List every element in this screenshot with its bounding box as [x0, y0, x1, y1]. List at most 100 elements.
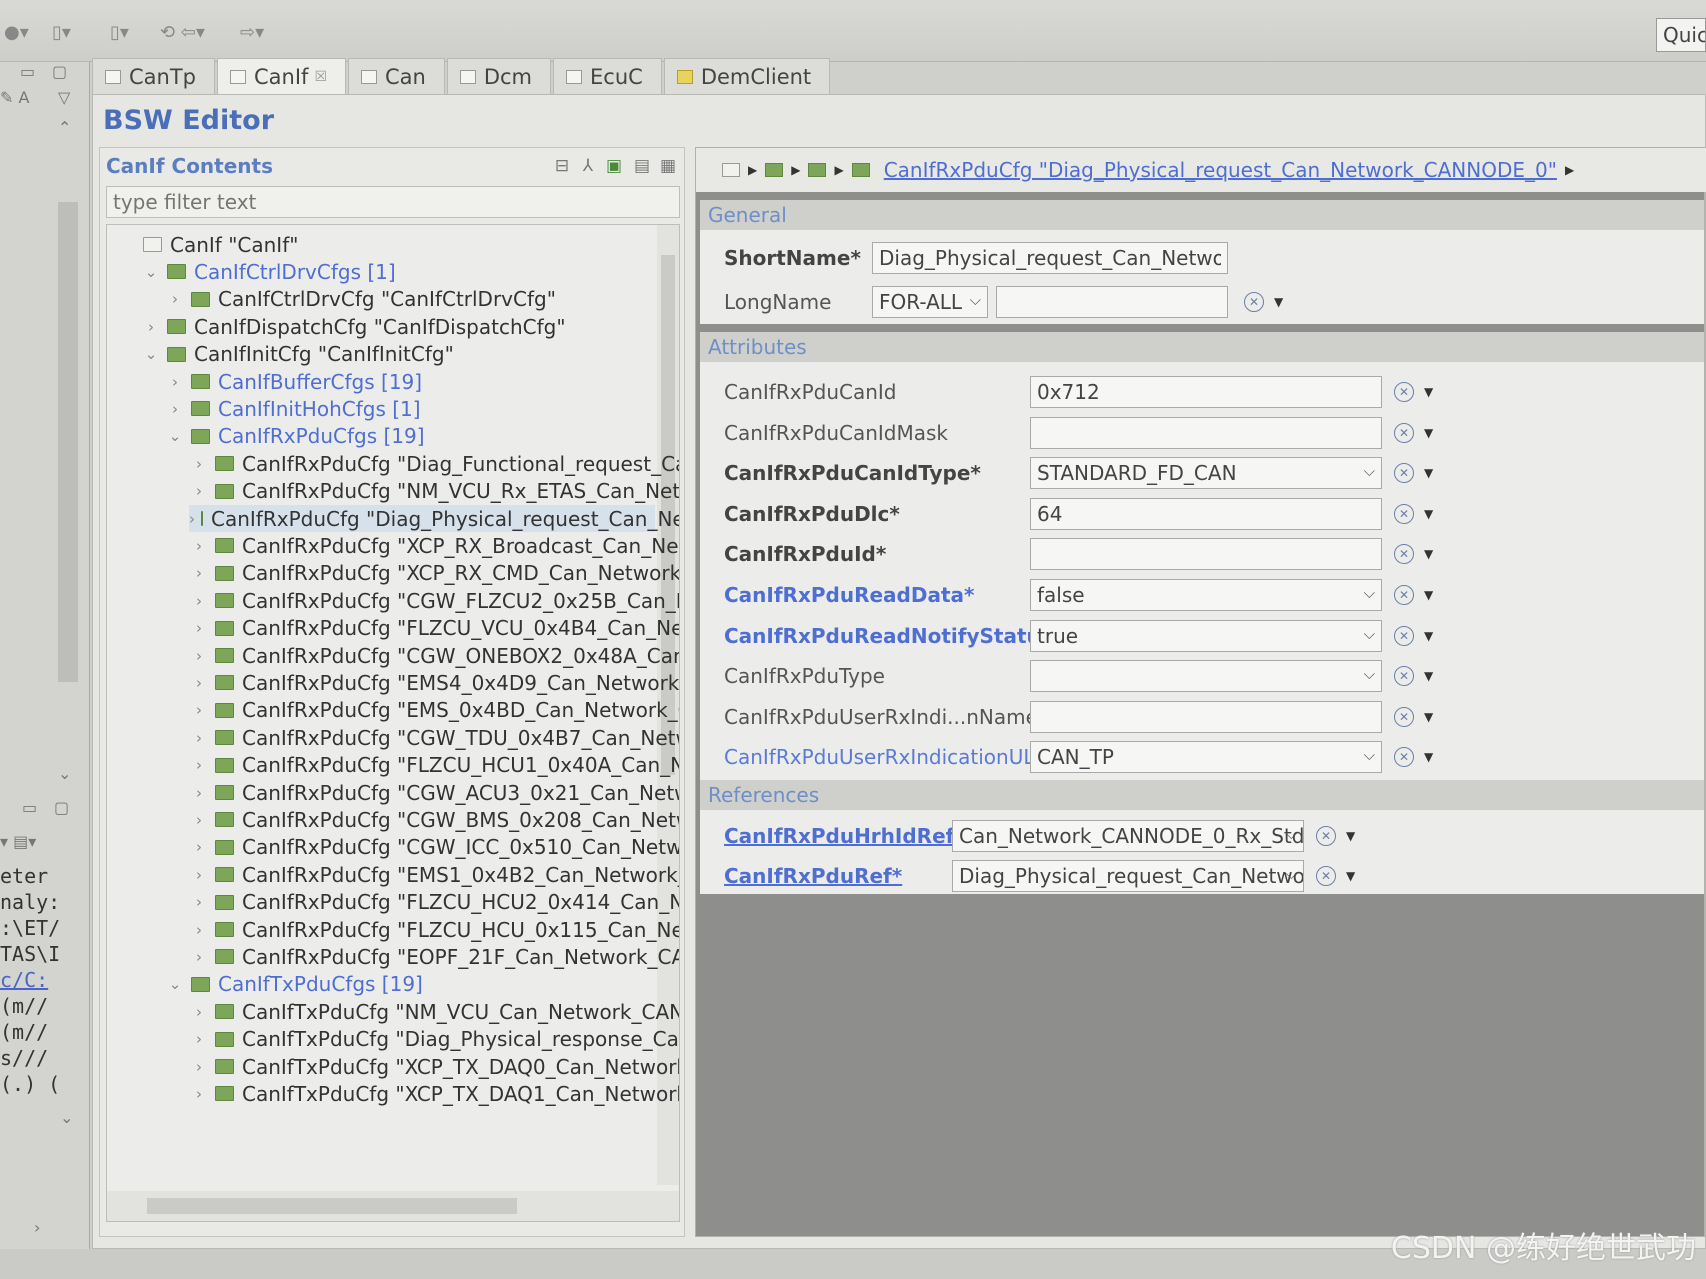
chevron-right-icon[interactable]: › — [165, 373, 185, 391]
tree-hscroll-thumb[interactable] — [147, 1198, 517, 1214]
tree-item[interactable]: › CanIfRxPduCfg "Diag_Physical_request_Ca… — [189, 505, 679, 532]
chevron-right-icon[interactable]: › — [189, 592, 209, 610]
chevron-right-icon[interactable]: › — [141, 318, 161, 336]
chevron-down-icon[interactable]: ⌄ — [141, 345, 161, 363]
attribute-label[interactable]: CanIfRxPduReadData* — [724, 583, 974, 607]
general-section-header[interactable]: General — [700, 200, 1704, 230]
tree-item[interactable]: › CanIfTxPduCfg "Diag_Physical_response_C… — [189, 1026, 679, 1053]
dropdown-arrow-icon[interactable]: ▼ — [1424, 507, 1433, 521]
tool-icon[interactable]: ✎ A — [0, 88, 29, 107]
chevron-right-icon[interactable]: › — [189, 1030, 209, 1048]
chevron-right-icon[interactable]: › — [189, 1058, 209, 1076]
chevron-right-icon[interactable]: › — [189, 811, 209, 829]
back-icon[interactable]: ⟲ ⇦▾ — [160, 22, 205, 43]
attribute-field[interactable] — [1030, 538, 1382, 571]
chevron-right-icon[interactable]: › — [189, 784, 209, 802]
scroll-down-icon-2[interactable]: ⌄ — [60, 1108, 73, 1127]
dropdown-arrow-icon[interactable]: ▼ — [1424, 426, 1433, 440]
chevron-right-icon[interactable]: › — [189, 893, 209, 911]
dropdown-arrow-icon[interactable]: ▼ — [1424, 466, 1433, 480]
tree-horizontal-scrollbar[interactable] — [107, 1191, 679, 1221]
attribute-select[interactable]: ⌵ — [1030, 660, 1382, 693]
reset-icon[interactable]: ✕ — [1316, 866, 1336, 886]
reset-icon[interactable]: ✕ — [1394, 666, 1414, 687]
reset-icon[interactable]: ✕ — [1394, 422, 1414, 443]
chevron-right-icon[interactable]: › — [189, 756, 209, 774]
dropdown-arrow-icon[interactable]: ▼ — [1424, 385, 1433, 399]
tree-item[interactable]: › CanIfRxPduCfg "FLZCU_VCU_0x4B4_Can_Netw… — [189, 615, 679, 642]
validate-icon[interactable]: ▣ — [604, 156, 624, 176]
reset-icon[interactable]: ✕ — [1394, 706, 1414, 727]
scroll-right-icon[interactable]: › — [34, 1218, 40, 1237]
reference-label-link[interactable]: CanIfRxPduHrhIdRef* — [724, 824, 965, 848]
reset-icon[interactable]: ✕ — [1394, 463, 1414, 484]
scroll-down-icon[interactable]: ⌄ — [58, 764, 71, 783]
save-icon[interactable]: ▯▾ — [52, 22, 71, 43]
folder-icon[interactable] — [808, 163, 827, 177]
chevron-right-icon[interactable]: › — [189, 701, 209, 719]
breadcrumb-current-link[interactable]: CanIfRxPduCfg "Diag_Physical_request_Can… — [884, 158, 1557, 182]
tree-item[interactable]: › CanIfRxPduCfg "CGW_BMS_0x208_Can_Networ… — [189, 806, 679, 833]
shortname-field[interactable] — [872, 242, 1228, 274]
dropdown-arrow-icon[interactable]: ▼ — [1346, 869, 1355, 883]
reset-icon[interactable]: ✕ — [1394, 747, 1414, 768]
maximize-icon-2[interactable]: ▢ — [54, 798, 69, 817]
hierarchy-icon[interactable]: ⅄ — [578, 156, 598, 176]
tree-item[interactable]: › CanIfRxPduCfg "EMS1_0x4B2_Can_Network_C… — [189, 861, 679, 888]
chevron-down-icon[interactable]: ⌄ — [165, 427, 185, 445]
chevron-right-icon[interactable]: › — [189, 1003, 209, 1021]
chevron-right-icon[interactable]: › — [189, 729, 209, 747]
tab-ecuc[interactable]: EcuC — [553, 58, 662, 94]
tree-item[interactable]: › CanIfRxPduCfg "CGW_FLZCU2_0x25B_Can_Net… — [189, 587, 679, 614]
filter-input[interactable] — [106, 186, 680, 218]
chevron-right-icon[interactable]: › — [189, 866, 209, 884]
tab-can[interactable]: Can — [348, 58, 445, 94]
chevron-right-icon[interactable]: › — [189, 455, 209, 473]
chevron-right-icon[interactable]: › — [189, 482, 209, 500]
chevron-right-icon[interactable]: › — [189, 921, 209, 939]
root-icon[interactable] — [722, 163, 740, 177]
tab-dcm[interactable]: Dcm — [446, 58, 552, 94]
tree-item[interactable]: ⌄ CanIfCtrlDrvCfgs [1] — [141, 258, 396, 285]
tab-demclient[interactable]: DemClient — [663, 58, 831, 94]
reset-icon[interactable]: ✕ — [1316, 826, 1336, 846]
reset-icon[interactable]: ✕ — [1394, 585, 1414, 605]
reset-icon[interactable]: ✕ — [1394, 625, 1414, 646]
reset-icon[interactable]: ✕ — [1394, 503, 1414, 524]
attribute-field[interactable] — [1030, 416, 1382, 449]
tree-item[interactable]: › CanIfRxPduCfg "CGW_ACU3_0x21_Can_Networ… — [189, 779, 679, 806]
longname-language-select[interactable]: FOR-ALL ⌵ — [872, 286, 988, 318]
tree-item[interactable]: › CanIfRxPduCfg "NM_VCU_Rx_ETAS_Can_Netwo… — [189, 478, 679, 505]
dropdown-arrow-icon[interactable]: ▼ — [1346, 829, 1355, 843]
reference-label-link[interactable]: CanIfRxPduRef* — [724, 864, 902, 888]
tree-item[interactable]: › CanIfRxPduCfg "EMS_0x4BD_Can_Network_CA… — [189, 697, 679, 724]
tree-item[interactable]: › CanIfRxPduCfg "EMS4_0x4D9_Can_Network_C… — [189, 669, 679, 696]
dropdown-arrow-icon[interactable]: ▼ — [1424, 629, 1433, 643]
tree-item[interactable]: › CanIfTxPduCfg "XCP_TX_DAQ0_Can_Network_… — [189, 1053, 679, 1080]
chevron-right-icon[interactable]: › — [189, 647, 209, 665]
chevron-right-icon[interactable]: › — [189, 948, 209, 966]
tree-item[interactable]: › CanIfDispatchCfg "CanIfDispatchCfg" — [141, 313, 566, 340]
chevron-down-icon[interactable]: ⌄ — [141, 263, 161, 281]
view-menu-icon[interactable]: ▽ — [58, 88, 70, 107]
chevron-right-icon[interactable]: › — [189, 674, 209, 692]
tree-item[interactable]: › CanIfBufferCfgs [19] — [165, 368, 422, 395]
dropdown-arrow-icon[interactable]: ▼ — [1274, 295, 1283, 309]
tree-item[interactable]: › CanIfRxPduCfg "FLZCU_HCU1_0x40A_Can_Net… — [189, 752, 679, 779]
tree-item[interactable]: › CanIfRxPduCfg "XCP_RX_CMD_Can_Network_C… — [189, 560, 679, 587]
reset-icon[interactable]: ✕ — [1394, 544, 1414, 565]
attribute-select[interactable]: CAN_TP ⌵ — [1030, 741, 1382, 774]
minimize-icon-2[interactable]: ▭ — [22, 798, 37, 817]
tree-item[interactable]: › CanIfTxPduCfg "XCP_TX_DAQ1_Can_Network_… — [189, 1080, 679, 1107]
collapse-all-icon[interactable]: ⊟ — [552, 156, 572, 176]
chevron-down-icon[interactable]: ⌄ — [165, 975, 185, 993]
chevron-right-icon[interactable]: › — [189, 619, 209, 637]
chevron-right-icon[interactable]: › — [189, 537, 209, 555]
folder-icon[interactable] — [765, 163, 784, 177]
tree-item[interactable]: ⌄ CanIfTxPduCfgs [19] — [165, 971, 423, 998]
tree-item[interactable]: ⌄ CanIfInitCfg "CanIfInitCfg" — [141, 341, 454, 368]
left-scrollbar[interactable] — [58, 202, 78, 682]
document-icon[interactable]: ▤ — [632, 156, 652, 176]
quick-access-field[interactable]: Quic — [1656, 18, 1706, 52]
table-icon[interactable]: ▦ — [658, 156, 678, 176]
